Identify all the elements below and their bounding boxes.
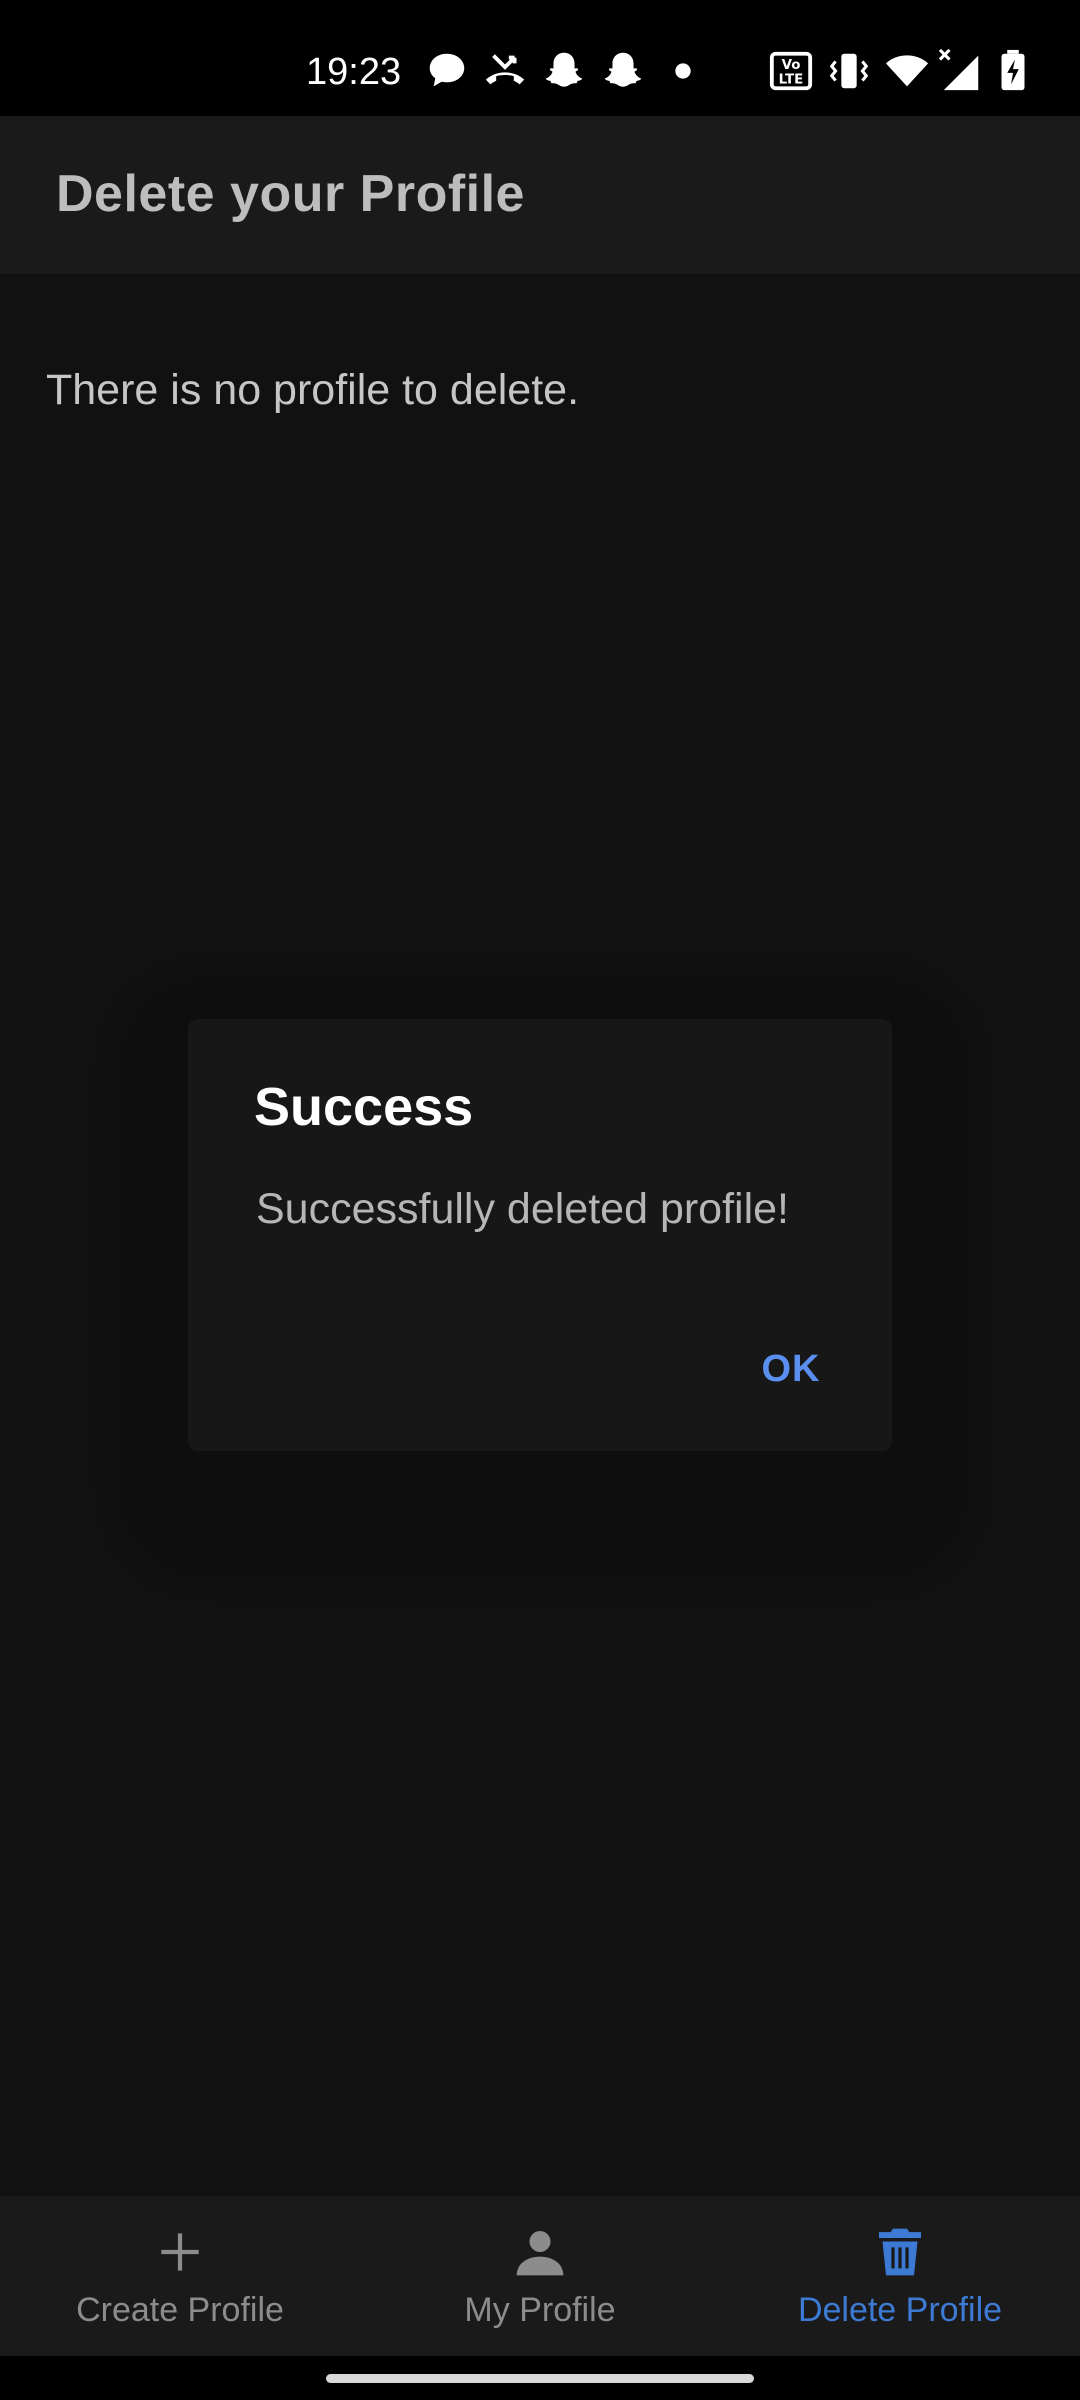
chat-bubble-icon bbox=[424, 48, 470, 94]
nav-item-label: Create Profile bbox=[76, 2291, 284, 2329]
ok-button[interactable]: OK bbox=[736, 1329, 846, 1409]
nav-item-my-profile[interactable]: My Profile bbox=[360, 2196, 720, 2356]
battery-charging-icon bbox=[990, 48, 1036, 94]
missed-call-icon bbox=[482, 48, 528, 94]
status-time: 19:23 bbox=[306, 51, 402, 93]
volte-icon: Vo LTE bbox=[768, 48, 814, 94]
dot-icon bbox=[660, 48, 706, 94]
plus-icon bbox=[152, 2224, 208, 2280]
success-dialog: Success Successfully deleted profile! OK bbox=[188, 1019, 892, 1451]
nav-item-create-profile[interactable]: Create Profile bbox=[0, 2196, 360, 2356]
app-bar: Delete your Profile bbox=[0, 116, 1080, 274]
svg-text:Vo: Vo bbox=[782, 58, 801, 73]
page-title: Delete your Profile bbox=[56, 165, 525, 223]
nav-item-delete-profile[interactable]: Delete Profile bbox=[720, 2196, 1080, 2356]
snapchat-icon bbox=[541, 48, 587, 94]
nav-item-label: My Profile bbox=[464, 2291, 616, 2329]
wifi-icon bbox=[884, 48, 930, 94]
bottom-navigation: Create Profile My Profile Delete Profile bbox=[0, 2196, 1080, 2356]
vibrate-icon bbox=[826, 48, 872, 94]
dialog-message: Successfully deleted profile! bbox=[256, 1185, 790, 1233]
person-icon bbox=[512, 2224, 568, 2280]
screen: 19:23 Vo LTE Delete your Profile There i… bbox=[0, 0, 1080, 2400]
nav-item-label: Delete Profile bbox=[797, 2291, 1003, 2329]
snapchat-icon bbox=[600, 48, 646, 94]
empty-state-message: There is no profile to delete. bbox=[46, 366, 580, 414]
signal-icon bbox=[938, 48, 984, 94]
gesture-bar bbox=[0, 2356, 1080, 2400]
svg-text:LTE: LTE bbox=[779, 72, 804, 87]
trash-icon bbox=[872, 2224, 928, 2280]
dialog-title: Success bbox=[254, 1077, 474, 1137]
status-bar: 19:23 Vo LTE bbox=[0, 0, 1080, 116]
home-gesture-handle[interactable] bbox=[326, 2374, 754, 2383]
